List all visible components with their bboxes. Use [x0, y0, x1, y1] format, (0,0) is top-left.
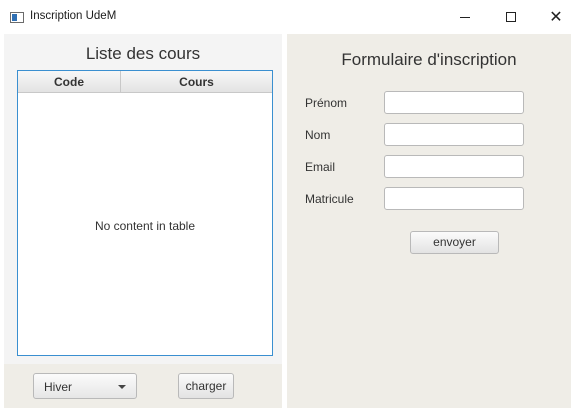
dropdown-arrow-icon	[118, 385, 126, 389]
first-name-field[interactable]	[384, 91, 524, 114]
course-list-title: Liste des cours	[85, 44, 201, 63]
first-name-label: Prénom	[305, 96, 348, 110]
form-title: Formulaire d'inscription	[341, 50, 517, 69]
submit-button[interactable]: envoyer	[410, 231, 499, 254]
maximize-button[interactable]	[488, 0, 534, 34]
app-window-icon	[10, 12, 24, 23]
window-title: Inscription UdeM	[30, 10, 117, 22]
load-button[interactable]: charger	[178, 373, 234, 399]
close-button[interactable]: ✕	[533, 0, 579, 34]
maximize-icon	[506, 12, 516, 22]
column-header-cours[interactable]: Cours	[121, 71, 272, 93]
title-bar[interactable]: Inscription UdeM ✕	[0, 0, 579, 34]
column-header-code[interactable]: Code	[18, 71, 121, 93]
minimize-icon	[460, 16, 470, 18]
registration-form-panel: Formulaire d'inscription Prénom Nom Emai…	[287, 34, 571, 408]
course-list-panel: Liste des cours Code Cours No content in…	[4, 34, 282, 408]
minimize-button[interactable]	[442, 0, 488, 34]
semester-select-value: Hiver	[44, 380, 73, 394]
student-id-label: Matricule	[305, 192, 354, 206]
last-name-field[interactable]	[384, 123, 524, 146]
last-name-label: Nom	[305, 128, 331, 142]
course-actions-bar: Hiver charger	[4, 364, 282, 408]
semester-select[interactable]: Hiver	[33, 373, 137, 399]
email-label: Email	[305, 160, 336, 174]
course-table[interactable]: Code Cours No content in table	[17, 70, 273, 356]
close-icon: ✕	[549, 7, 563, 26]
table-placeholder: No content in table	[94, 219, 196, 233]
student-id-field[interactable]	[384, 187, 524, 210]
table-header: Code Cours	[18, 71, 272, 93]
email-field[interactable]	[384, 155, 524, 178]
